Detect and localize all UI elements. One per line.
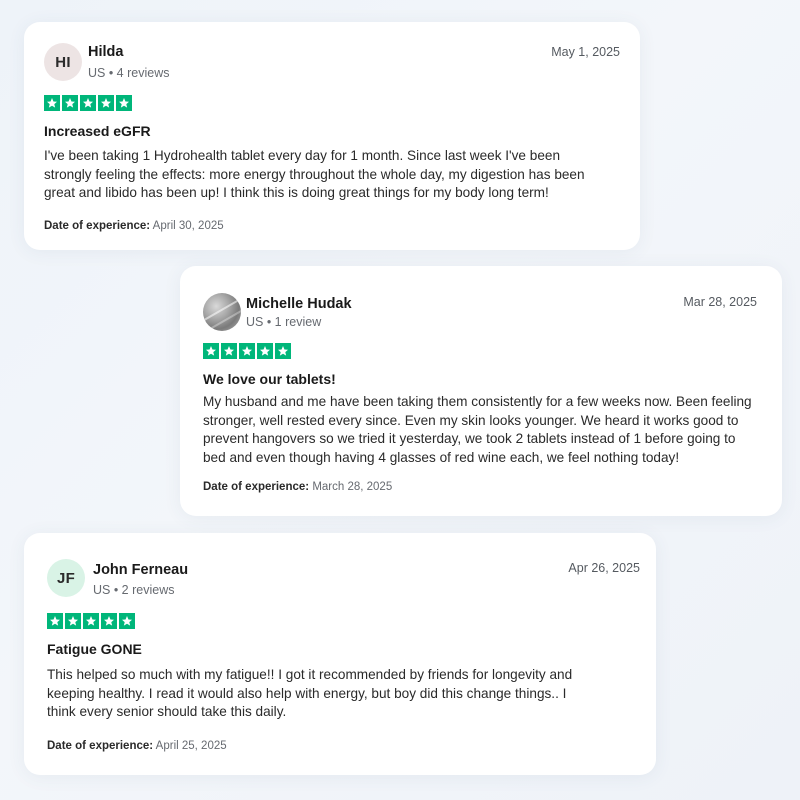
review-body-line: stronger, well rested every since. Even … bbox=[203, 412, 739, 428]
review-date: May 1, 2025 bbox=[551, 45, 620, 59]
review-card: Michelle Hudak US • 1 review Mar 28, 202… bbox=[180, 266, 782, 516]
star-icon bbox=[239, 343, 255, 359]
star-icon bbox=[65, 613, 81, 629]
review-body-line: keeping healthy. I read it would also he… bbox=[47, 685, 567, 701]
star-icon bbox=[62, 95, 78, 111]
avatar bbox=[203, 293, 241, 331]
reviewer-name[interactable]: John Ferneau bbox=[93, 562, 188, 578]
star-icon bbox=[47, 613, 63, 629]
star-rating bbox=[47, 613, 135, 629]
experience-label: Date of experience: bbox=[47, 740, 154, 752]
experience-date: Date of experience: April 25, 2025 bbox=[47, 740, 227, 752]
star-icon bbox=[275, 343, 291, 359]
review-body-line: think every senior should take this dail… bbox=[47, 704, 287, 719]
reviewer-name[interactable]: Hilda bbox=[88, 44, 123, 60]
review-body-line: bed and even though having 4 glasses of … bbox=[203, 449, 680, 465]
star-icon bbox=[101, 613, 117, 629]
experience-date: Date of experience: April 30, 2025 bbox=[44, 220, 224, 232]
star-icon bbox=[80, 95, 96, 111]
review-body-line: I've been taking 1 Hydrohealth tablet ev… bbox=[44, 148, 561, 163]
review-body-line: prevent hangovers so we tried it yesterd… bbox=[203, 431, 736, 446]
reviewer-name[interactable]: Michelle Hudak bbox=[246, 296, 352, 312]
reviewer-meta: US • 2 reviews bbox=[93, 583, 175, 597]
experience-value: March 28, 2025 bbox=[312, 481, 393, 493]
star-icon bbox=[221, 343, 237, 359]
star-icon bbox=[83, 613, 99, 629]
review-card: HI Hilda US • 4 reviews May 1, 2025 Incr… bbox=[24, 22, 640, 250]
star-icon bbox=[257, 343, 273, 359]
avatar: JF bbox=[47, 559, 85, 597]
review-body: My husband and me have been taking them … bbox=[203, 393, 752, 467]
review-body-line: strongly feeling the effects: more energ… bbox=[44, 166, 585, 182]
review-date: Apr 26, 2025 bbox=[568, 561, 640, 575]
experience-value: April 25, 2025 bbox=[155, 740, 227, 752]
experience-label: Date of experience: bbox=[44, 220, 151, 232]
experience-date: Date of experience: March 28, 2025 bbox=[203, 481, 392, 493]
star-icon bbox=[203, 343, 219, 359]
avatar: HI bbox=[44, 43, 82, 81]
reviewer-meta: US • 4 reviews bbox=[88, 66, 170, 80]
experience-value: April 30, 2025 bbox=[152, 220, 224, 232]
review-body-line: great and libido has been up! I think th… bbox=[44, 185, 549, 200]
star-icon bbox=[116, 95, 132, 111]
star-icon bbox=[98, 95, 114, 111]
star-rating bbox=[44, 95, 132, 111]
review-body: This helped so much with my fatigue!! I … bbox=[47, 666, 572, 722]
review-body: I've been taking 1 Hydrohealth tablet ev… bbox=[44, 147, 585, 203]
star-icon bbox=[44, 95, 60, 111]
review-date: Mar 28, 2025 bbox=[683, 295, 757, 309]
review-card: JF John Ferneau US • 2 reviews Apr 26, 2… bbox=[24, 533, 656, 775]
review-title: Increased eGFR bbox=[44, 123, 151, 139]
experience-label: Date of experience: bbox=[203, 481, 310, 493]
review-title: Fatigue GONE bbox=[47, 641, 142, 657]
reviewer-meta: US • 1 review bbox=[246, 315, 322, 329]
star-rating bbox=[203, 343, 291, 359]
review-body-line: My husband and me have been taking them … bbox=[203, 394, 752, 409]
star-icon bbox=[119, 613, 135, 629]
review-body-line: This helped so much with my fatigue!! I … bbox=[47, 667, 573, 682]
review-title: We love our tablets! bbox=[203, 371, 336, 387]
